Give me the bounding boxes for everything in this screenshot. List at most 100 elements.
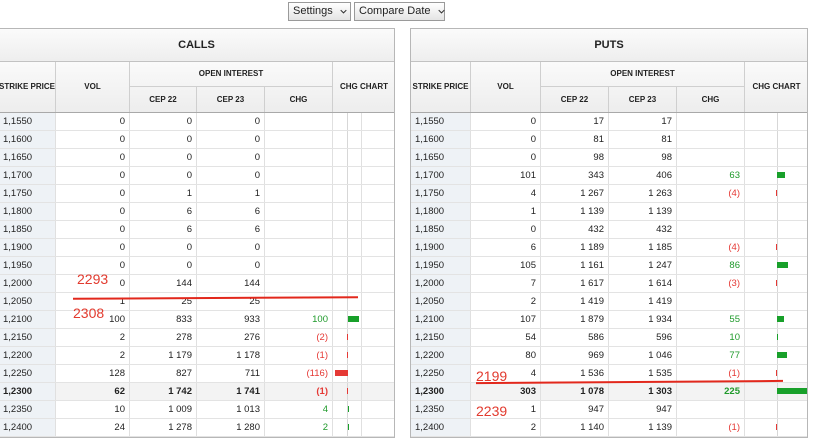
vol-cell: 105 xyxy=(471,257,541,274)
chg-cell: (4) xyxy=(677,239,745,256)
chg-chart-cell xyxy=(333,311,362,328)
table-row[interactable]: 1,1950 0 0 0 xyxy=(0,257,394,275)
vol-cell: 0 xyxy=(56,203,130,220)
cep22-cell: 1 267 xyxy=(541,185,609,202)
cep23-cell: 144 xyxy=(197,275,265,292)
negative-change-bar xyxy=(776,370,777,376)
annotation-calls-top: 2293 xyxy=(77,271,109,287)
chg-header[interactable]: CHG xyxy=(677,87,745,112)
table-row[interactable]: 1,2250 128 827 711 (116) xyxy=(0,365,394,383)
chg-cell xyxy=(677,203,745,220)
cep22-cell: 0 xyxy=(130,257,197,274)
chg-cell xyxy=(265,257,333,274)
strike-price-cell: 1,2400 xyxy=(0,419,56,436)
chg-chart-cell xyxy=(333,365,362,382)
vol-cell: 0 xyxy=(471,221,541,238)
table-row[interactable]: 1,2200 80 969 1 046 77 xyxy=(411,347,807,365)
chg-cell xyxy=(677,113,745,130)
table-row[interactable]: 1,1600 0 81 81 xyxy=(411,131,807,149)
table-row[interactable]: 1,1850 0 432 432 xyxy=(411,221,807,239)
chg-header[interactable]: CHG xyxy=(265,87,333,112)
table-row[interactable]: 1,2400 24 1 278 1 280 2 xyxy=(0,419,394,437)
strike-price-cell: 1,2250 xyxy=(411,365,471,382)
cep22-cell: 432 xyxy=(541,221,609,238)
table-row[interactable]: 1,1650 0 0 0 xyxy=(0,149,394,167)
cep22-cell: 1 161 xyxy=(541,257,609,274)
cep23-cell: 276 xyxy=(197,329,265,346)
cep22-cell: 81 xyxy=(541,131,609,148)
settings-dropdown-button[interactable]: Settings xyxy=(288,2,351,21)
table-row[interactable]: 1,1700 0 0 0 xyxy=(0,167,394,185)
table-row[interactable]: 1,1550 0 17 17 xyxy=(411,113,807,131)
open-interest-header: OPEN INTEREST xyxy=(130,62,333,87)
strike-price-cell: 1,1550 xyxy=(0,113,56,130)
table-row[interactable]: 1,2150 54 586 596 10 xyxy=(411,329,807,347)
table-row[interactable]: 1,1600 0 0 0 xyxy=(0,131,394,149)
cep22-cell: 1 278 xyxy=(130,419,197,436)
cep22-cell: 1 879 xyxy=(541,311,609,328)
table-row[interactable]: 1,1750 0 1 1 xyxy=(0,185,394,203)
cep22-header[interactable]: CEP 22 xyxy=(541,87,609,112)
cep22-cell: 25 xyxy=(130,293,197,310)
table-row[interactable]: 1,2000 0 144 144 xyxy=(0,275,394,293)
vol-header[interactable]: VOL xyxy=(56,62,130,112)
cep23-cell: 6 xyxy=(197,203,265,220)
chg-cell xyxy=(265,221,333,238)
table-row[interactable]: 1,2300 62 1 742 1 741 (1) xyxy=(0,383,394,401)
table-row[interactable]: 1,2400 2 1 140 1 139 (1) xyxy=(411,419,807,437)
chg-chart-cell xyxy=(333,239,362,256)
chart-axis xyxy=(347,203,348,220)
table-row[interactable]: 1,1650 0 98 98 xyxy=(411,149,807,167)
chg-chart-cell xyxy=(745,293,807,310)
vol-cell: 7 xyxy=(471,275,541,292)
cep23-header[interactable]: CEP 23 xyxy=(197,87,265,112)
table-row[interactable]: 1,2350 1 947 947 xyxy=(411,401,807,419)
cep22-cell: 1 536 xyxy=(541,365,609,382)
table-row[interactable]: 1,2100 107 1 879 1 934 55 xyxy=(411,311,807,329)
chart-axis xyxy=(347,257,348,274)
table-row[interactable]: 1,1900 0 0 0 xyxy=(0,239,394,257)
table-row[interactable]: 1,1800 1 1 139 1 139 xyxy=(411,203,807,221)
vol-cell: 54 xyxy=(471,329,541,346)
table-row[interactable]: 1,1900 6 1 189 1 185 (4) xyxy=(411,239,807,257)
strike-price-header[interactable]: STRIKE PRICE xyxy=(0,62,56,112)
chart-axis xyxy=(776,401,778,418)
table-row[interactable]: 1,2100 100 833 933 100 xyxy=(0,311,394,329)
chg-chart-cell xyxy=(745,401,807,418)
table-row[interactable]: 1,2000 7 1 617 1 614 (3) xyxy=(411,275,807,293)
table-row[interactable]: 1,1750 4 1 267 1 263 (4) xyxy=(411,185,807,203)
cep23-cell: 1 178 xyxy=(197,347,265,364)
vol-header[interactable]: VOL xyxy=(471,62,541,112)
table-row[interactable]: 1,1800 0 6 6 xyxy=(0,203,394,221)
strike-price-cell: 1,1700 xyxy=(411,167,471,184)
table-row[interactable]: 1,2150 2 278 276 (2) xyxy=(0,329,394,347)
cep22-header[interactable]: CEP 22 xyxy=(130,87,197,112)
chg-chart-cell xyxy=(745,221,807,238)
table-row[interactable]: 1,2300 303 1 078 1 303 225 xyxy=(411,383,807,401)
calls-header: STRIKE PRICE VOL OPEN INTEREST CEP 22 CE… xyxy=(0,62,394,113)
vol-cell: 107 xyxy=(471,311,541,328)
chg-cell: 10 xyxy=(677,329,745,346)
table-row[interactable]: 1,1850 0 6 6 xyxy=(0,221,394,239)
table-row[interactable]: 1,1700 101 343 406 63 xyxy=(411,167,807,185)
cep23-cell: 1 741 xyxy=(197,383,265,400)
table-row[interactable]: 1,2050 2 1 419 1 419 xyxy=(411,293,807,311)
strike-price-cell: 1,2050 xyxy=(0,293,56,310)
strike-price-header[interactable]: STRIKE PRICE xyxy=(411,62,471,112)
vol-cell: 0 xyxy=(56,239,130,256)
positive-change-bar xyxy=(777,262,788,268)
cep23-header[interactable]: CEP 23 xyxy=(609,87,677,112)
compare-date-dropdown-button[interactable]: Compare Date xyxy=(354,2,445,21)
chart-axis xyxy=(776,113,778,130)
table-row[interactable]: 1,1950 105 1 161 1 247 86 xyxy=(411,257,807,275)
table-row[interactable]: 1,1550 0 0 0 xyxy=(0,113,394,131)
table-row[interactable]: 1,2350 10 1 009 1 013 4 xyxy=(0,401,394,419)
table-row[interactable]: 1,2200 2 1 179 1 178 (1) xyxy=(0,347,394,365)
cep22-cell: 6 xyxy=(130,221,197,238)
strike-price-cell: 1,1550 xyxy=(411,113,471,130)
chg-chart-cell xyxy=(333,131,362,148)
annotation-puts-bottom: 2239 xyxy=(476,403,508,419)
chg-chart-cell xyxy=(333,383,362,400)
cep22-cell: 947 xyxy=(541,401,609,418)
cep22-cell: 0 xyxy=(130,113,197,130)
